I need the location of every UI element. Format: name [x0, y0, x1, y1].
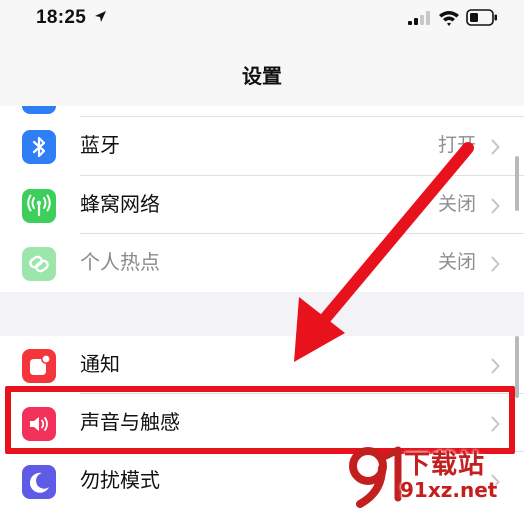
- page-title: 设置: [242, 66, 282, 88]
- row-value: 关闭: [437, 194, 476, 215]
- chevron-right-icon: [491, 198, 500, 214]
- connectivity-settings-group: 蓝牙 打开 蜂窝网络 关闭 个人热点 关闭: [0, 106, 524, 292]
- row-label: 个人热点: [80, 252, 160, 274]
- settings-row-bluetooth[interactable]: 蓝牙 打开: [0, 117, 524, 175]
- cellular-antenna-icon: [22, 189, 56, 223]
- row-label: 勿扰模式: [80, 470, 160, 492]
- settings-row-hotspot[interactable]: 个人热点 关闭: [0, 234, 524, 292]
- moon-icon: [22, 465, 56, 499]
- watermark-logo-icon: [349, 446, 402, 508]
- cellular-signal-icon: [408, 11, 430, 25]
- watermark-domain: 91xz.net: [400, 478, 498, 502]
- row-label: 蜂窝网络: [80, 194, 160, 216]
- status-time: 18:25: [36, 7, 87, 28]
- scrollbar[interactable]: [515, 336, 519, 398]
- status-bar: 18:25: [0, 0, 524, 40]
- watermark: 下载站 91xz.net: [338, 440, 524, 511]
- wifi-icon: [439, 11, 459, 26]
- chevron-right-icon: [491, 358, 500, 374]
- partial-row-icon: [22, 106, 56, 114]
- navigation-bar: 设置: [0, 40, 524, 106]
- notification-icon: [22, 349, 56, 383]
- row-label: 蓝牙: [80, 135, 120, 157]
- row-value: 关闭: [437, 252, 476, 273]
- location-arrow-icon: [95, 11, 106, 22]
- battery-icon: [466, 9, 497, 26]
- row-label: 通知: [80, 354, 120, 376]
- chevron-right-icon: [491, 139, 500, 155]
- row-value: 打开: [437, 135, 476, 156]
- bluetooth-icon: [22, 130, 56, 164]
- hotspot-link-icon: [22, 247, 56, 281]
- watermark-title: 下载站: [404, 449, 486, 479]
- scrollbar[interactable]: [515, 156, 519, 211]
- chevron-right-icon: [491, 256, 500, 272]
- settings-row-cellular[interactable]: 蜂窝网络 关闭: [0, 176, 524, 234]
